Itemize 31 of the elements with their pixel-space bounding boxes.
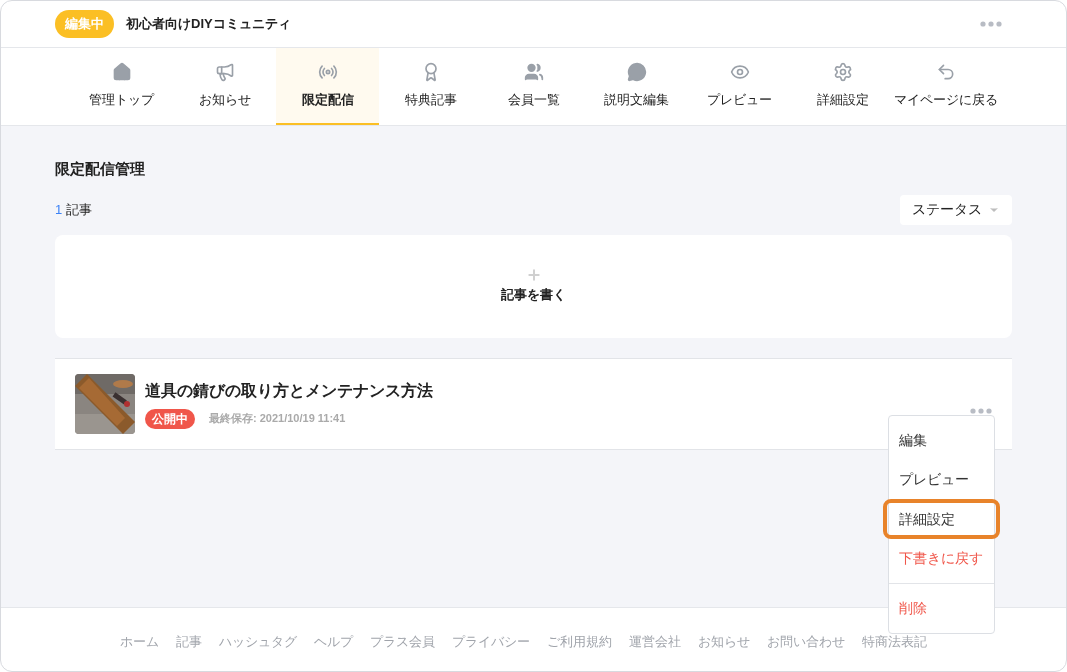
nav-tab[interactable]: お知らせ — [173, 48, 276, 125]
menu-item[interactable]: 詳細設定 — [883, 499, 1000, 539]
return-arrow-icon — [935, 61, 956, 82]
menu-item[interactable]: プレビュー — [889, 460, 994, 499]
settings-icon — [832, 61, 853, 82]
page-heading: 限定配信管理 — [55, 159, 145, 179]
home-icon — [111, 61, 132, 82]
nav-tab[interactable]: プレビュー — [688, 48, 791, 125]
nav-tab[interactable]: 説明文編集 — [585, 48, 688, 125]
menu-item[interactable]: 下書きに戻す — [889, 539, 994, 578]
nav-tab[interactable]: 限定配信 — [276, 48, 379, 125]
last-saved: 最終保存: 2021/10/19 11:41 — [209, 411, 346, 427]
status-badge: 公開中 — [145, 408, 195, 429]
status-dropdown[interactable]: ステータス — [900, 194, 1012, 225]
article-count: 1 — [55, 200, 63, 219]
article-title[interactable]: 道具の錆びの取り方とメンテナンス方法 — [145, 378, 433, 403]
new-article-card[interactable]: 記事を書く — [55, 234, 1012, 338]
count-unit: 記事 — [66, 200, 93, 219]
more-icon[interactable] — [970, 407, 992, 414]
nav-tab[interactable]: 詳細設定 — [791, 48, 894, 125]
editing-badge: 編集中 — [55, 10, 114, 38]
megaphone-icon — [214, 61, 235, 82]
nav-tab[interactable]: 管理トップ — [70, 48, 173, 125]
nav-tab[interactable]: 会員一覧 — [482, 48, 585, 125]
more-icon[interactable] — [980, 21, 1002, 27]
speech-bubble-icon — [626, 61, 647, 82]
menu-item[interactable]: 削除 — [889, 589, 994, 628]
people-icon — [523, 61, 544, 82]
nav-tab[interactable]: 特典記事 — [379, 48, 482, 125]
nav-tab[interactable]: マイページに戻る — [894, 48, 997, 125]
community-title: 初心者向けDIYコミュニティ — [126, 15, 291, 34]
